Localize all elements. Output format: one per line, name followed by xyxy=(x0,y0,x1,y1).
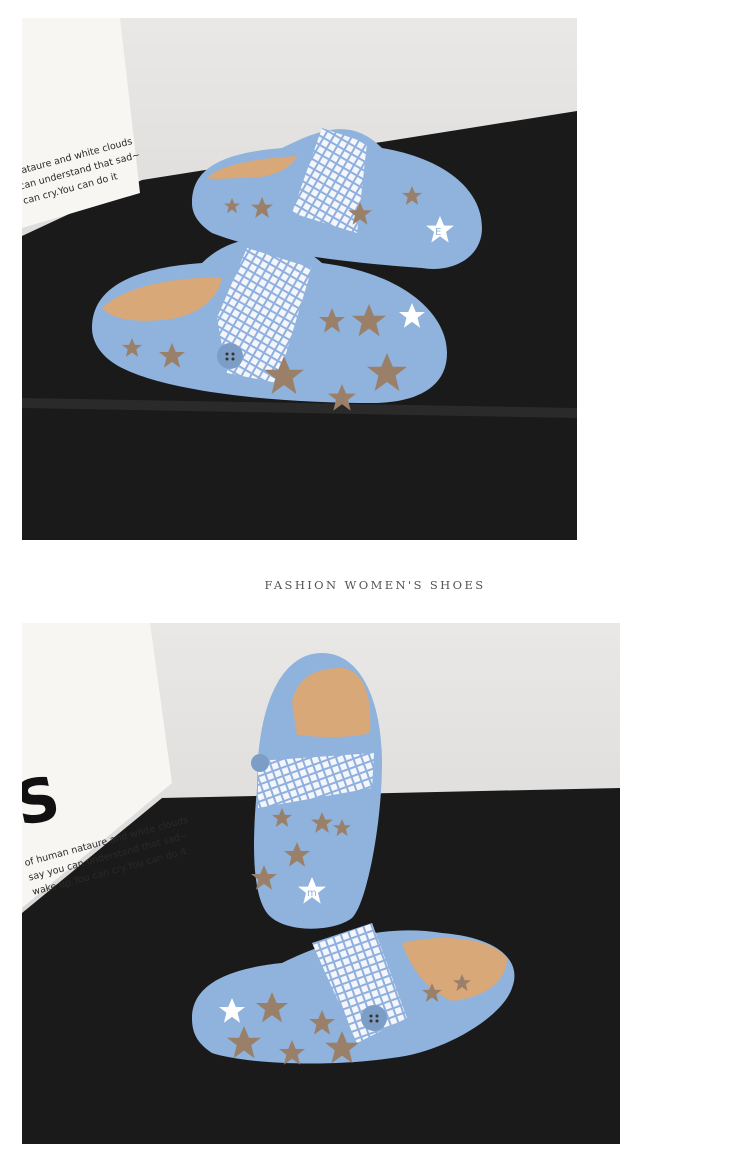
shoes-pair-side-view: nataure and white clouds can understand … xyxy=(22,18,577,540)
shoes-pair-top-view: S of human nataure and white clouds say … xyxy=(22,623,620,1144)
star-letter-e: E xyxy=(435,227,441,238)
upper-shoe: m xyxy=(251,653,382,929)
strap-button xyxy=(361,1005,387,1031)
star-letter-m: m xyxy=(307,888,317,899)
section-caption: FASHION WOMEN'S SHOES xyxy=(264,578,486,592)
product-photo-bottom: S of human nataure and white clouds say … xyxy=(22,623,620,1144)
product-photo-top: nataure and white clouds can understand … xyxy=(22,18,577,540)
strap-button xyxy=(217,343,243,369)
strap-button xyxy=(251,754,269,772)
